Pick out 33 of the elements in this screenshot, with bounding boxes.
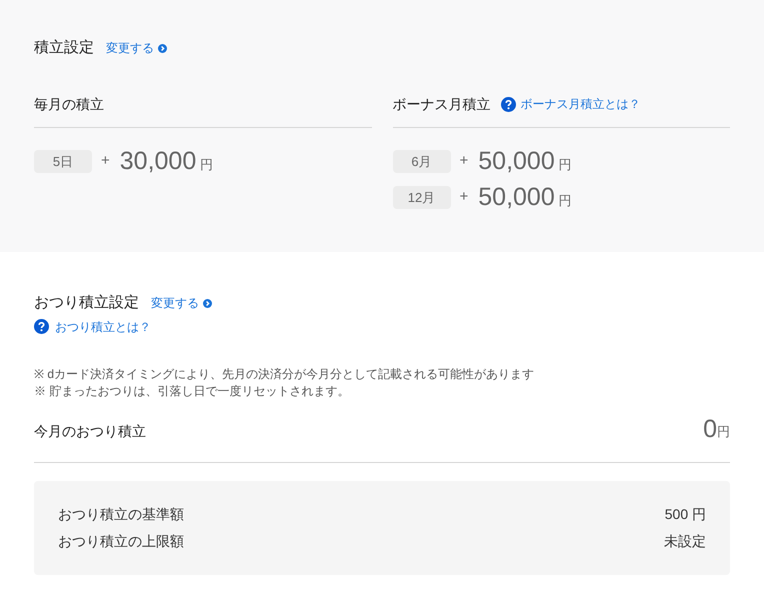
- column-heading: 毎月の積立: [34, 94, 104, 114]
- help-icon: [500, 96, 516, 112]
- column-heading: ボーナス月積立: [392, 94, 490, 114]
- chevron-circle-icon: [203, 298, 212, 308]
- section-title: おつり積立設定: [34, 293, 139, 313]
- currency-unit: 円: [558, 156, 572, 174]
- current-amount: 0: [703, 416, 717, 442]
- amount-value: 50,000: [478, 149, 555, 174]
- date-tag: 6月: [392, 150, 450, 173]
- help-link[interactable]: おつり積立とは？: [55, 318, 151, 336]
- plus-sign: +: [101, 151, 110, 172]
- change-link[interactable]: 変更する: [106, 39, 167, 58]
- date-tag: 5日: [34, 150, 92, 173]
- change-link[interactable]: 変更する: [151, 294, 212, 312]
- setting-label: おつり積立の上限額: [58, 532, 184, 550]
- plus-sign: +: [460, 151, 468, 172]
- help-link[interactable]: ボーナス月積立とは？: [520, 95, 640, 113]
- currency-unit: 円: [558, 192, 572, 210]
- current-label: 今月のおつり積立: [34, 422, 146, 440]
- note-text: ※ dカード決済タイミングにより、先月の決済分が今月分として記載される可能性があります: [34, 366, 536, 382]
- section-title: 積立設定: [34, 38, 94, 58]
- currency-unit: 円: [200, 156, 214, 174]
- amount-value: 50,000: [478, 185, 555, 210]
- setting-value: 500 円: [664, 504, 706, 524]
- setting-label: おつり積立の基準額: [58, 504, 184, 524]
- note-text: ※ 貯まったおつりは、引落し日で一度リセットされます。: [34, 382, 350, 400]
- help-icon: [34, 319, 49, 334]
- plus-sign: +: [460, 187, 468, 208]
- date-tag: 12月: [392, 186, 450, 209]
- setting-value: 未設定: [664, 532, 706, 550]
- amount-value: 30,000: [120, 149, 196, 174]
- currency-unit: 円: [717, 423, 730, 441]
- chevron-circle-icon: [158, 44, 167, 53]
